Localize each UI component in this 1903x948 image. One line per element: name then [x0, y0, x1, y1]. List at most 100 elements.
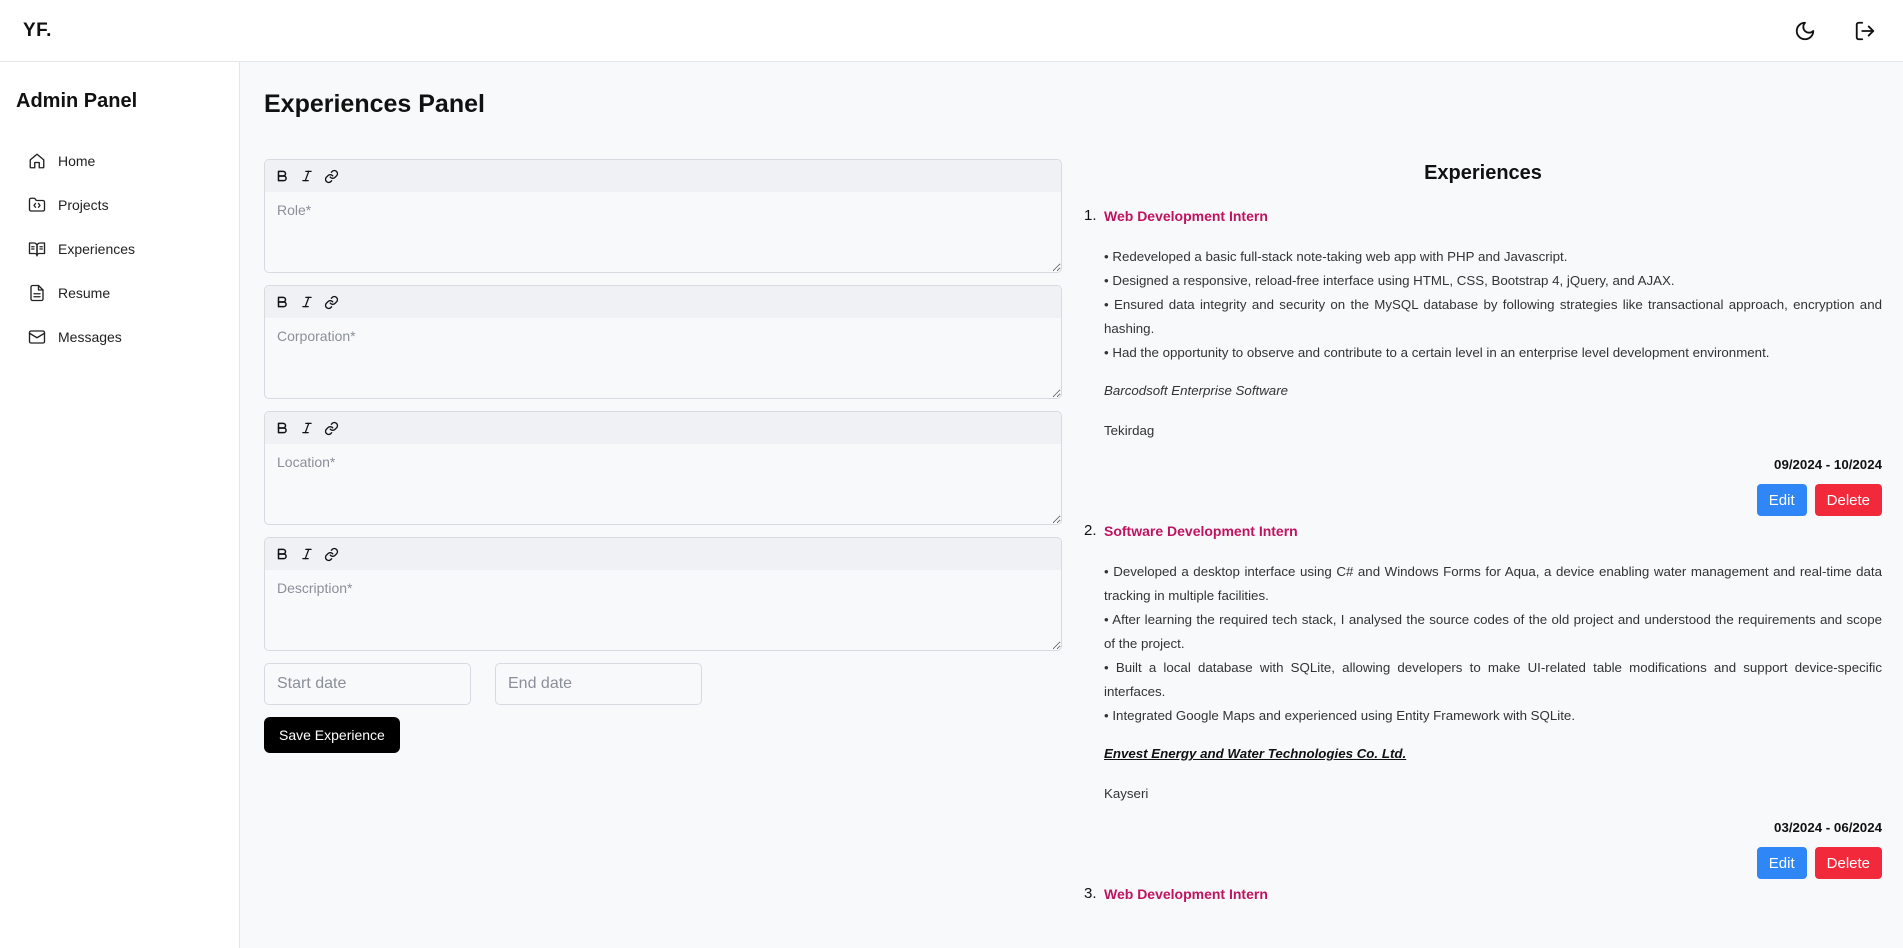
- italic-button[interactable]: [299, 418, 314, 438]
- link-icon: [324, 169, 339, 183]
- experiences-heading: Experiences: [1424, 162, 1542, 184]
- description-bullet: • Redeveloped a basic full-stack note-ta…: [1104, 249, 1568, 264]
- description-bullet: • Developed a desktop interface using C#…: [1104, 564, 1882, 603]
- top-actions: [1789, 15, 1881, 47]
- link-button[interactable]: [324, 544, 339, 564]
- link-button[interactable]: [324, 418, 339, 438]
- start-date-input[interactable]: [264, 663, 471, 705]
- file-text-icon: [30, 284, 44, 302]
- sidebar: Admin Panel Home Projects Experiences Re…: [0, 62, 240, 948]
- item-actions: Edit Delete: [1104, 484, 1882, 516]
- bold-icon: [277, 170, 287, 182]
- delete-button[interactable]: Delete: [1814, 484, 1882, 516]
- experience-location: Tekirdag: [1104, 423, 1155, 438]
- edit-button[interactable]: Edit: [1756, 847, 1807, 879]
- item-number: 1.: [1084, 207, 1097, 224]
- date-inputs: [264, 663, 1062, 705]
- sidebar-item-label: Messages: [58, 329, 122, 345]
- role-input[interactable]: [265, 192, 1061, 272]
- item-number: 2.: [1084, 522, 1097, 539]
- description-input[interactable]: [265, 570, 1061, 650]
- experience-item: 2. Software Development Intern • Develop…: [1084, 522, 1882, 879]
- sidebar-item-messages[interactable]: Messages: [16, 315, 223, 359]
- editor-toolbar: [265, 412, 1061, 444]
- edit-button[interactable]: Edit: [1756, 484, 1807, 516]
- description-bullet: • Designed a responsive, reload-free int…: [1104, 273, 1675, 288]
- item-number: 3.: [1084, 885, 1097, 902]
- logo[interactable]: YF.: [23, 20, 52, 42]
- bold-icon: [277, 548, 287, 560]
- dark-mode-toggle[interactable]: [1789, 15, 1821, 47]
- link-button[interactable]: [324, 166, 339, 186]
- location-editor: [264, 411, 1062, 525]
- editor-toolbar: [265, 538, 1061, 570]
- sidebar-item-label: Resume: [58, 285, 111, 301]
- experience-dates: 03/2024 - 06/2024: [1774, 820, 1882, 835]
- experience-role: Software Development Intern: [1104, 523, 1298, 539]
- bold-icon: [277, 296, 287, 308]
- sidebar-item-label: Experiences: [58, 241, 136, 257]
- end-date-input[interactable]: [495, 663, 702, 705]
- bold-button[interactable]: [274, 418, 289, 438]
- sidebar-item-projects[interactable]: Projects: [16, 183, 223, 227]
- home-icon: [29, 153, 45, 169]
- item-actions: Edit Delete: [1104, 847, 1882, 879]
- logout-button[interactable]: [1849, 15, 1881, 47]
- logout-icon: [1855, 21, 1875, 40]
- location-input[interactable]: [265, 444, 1061, 524]
- description-bullet: • Integrated Google Maps and experienced…: [1104, 708, 1576, 723]
- sidebar-item-home[interactable]: Home: [16, 139, 223, 183]
- editor-toolbar: [265, 160, 1061, 192]
- experience-corporation: Barcodsoft Enterprise Software: [1104, 383, 1289, 398]
- experiences-list: 1. Web Development Intern • Redeveloped …: [1084, 207, 1882, 910]
- bold-button[interactable]: [274, 292, 289, 312]
- moon-icon: [1795, 21, 1815, 40]
- experience-item: 3. Web Development Intern: [1084, 885, 1882, 904]
- description-bullet: • Had the opportunity to observe and con…: [1104, 345, 1770, 360]
- link-button[interactable]: [324, 292, 339, 312]
- italic-icon: [301, 548, 312, 560]
- delete-button[interactable]: Delete: [1814, 847, 1882, 879]
- link-icon: [324, 295, 339, 309]
- bold-button[interactable]: [274, 166, 289, 186]
- experience-dates: 09/2024 - 10/2024: [1774, 457, 1882, 472]
- description-bullet: • Built a local database with SQLite, al…: [1104, 660, 1882, 699]
- description-bullet: • Ensured data integrity and security on…: [1104, 297, 1882, 336]
- italic-icon: [301, 422, 312, 434]
- experience-item: 1. Web Development Intern • Redeveloped …: [1084, 207, 1882, 516]
- experience-form: Save Experience: [264, 159, 1062, 753]
- experience-description: • Developed a desktop interface using C#…: [1104, 560, 1882, 728]
- italic-icon: [301, 170, 312, 182]
- main-content: Experiences Panel Role* Corporation* Loc…: [241, 62, 1903, 948]
- sidebar-item-experiences[interactable]: Experiences: [16, 227, 223, 271]
- corporation-input[interactable]: [265, 318, 1061, 398]
- description-bullet: • After learning the required tech stack…: [1104, 612, 1882, 651]
- italic-button[interactable]: [299, 292, 314, 312]
- link-icon: [324, 547, 339, 561]
- mail-icon: [28, 330, 46, 344]
- editor-toolbar: [265, 286, 1061, 318]
- sidebar-item-resume[interactable]: Resume: [16, 271, 223, 315]
- sidebar-item-label: Projects: [58, 197, 109, 213]
- folder-code-icon: [28, 197, 46, 212]
- experience-role: Web Development Intern: [1104, 208, 1268, 224]
- role-editor: [264, 159, 1062, 273]
- italic-icon: [301, 296, 312, 308]
- sidebar-item-label: Home: [58, 153, 96, 169]
- bold-button[interactable]: [274, 544, 289, 564]
- experience-corporation: Envest Energy and Water Technologies Co.…: [1104, 746, 1407, 761]
- italic-button[interactable]: [299, 544, 314, 564]
- italic-button[interactable]: [299, 166, 314, 186]
- sidebar-title: Admin Panel: [16, 90, 138, 112]
- link-icon: [324, 421, 339, 435]
- description-editor: [264, 537, 1062, 651]
- experience-role: Web Development Intern: [1104, 886, 1268, 902]
- corporation-editor: [264, 285, 1062, 399]
- bold-icon: [277, 422, 287, 434]
- save-experience-button[interactable]: Save Experience: [264, 717, 400, 753]
- page-title: Experiences Panel: [264, 90, 485, 118]
- experience-location: Kayseri: [1104, 786, 1149, 801]
- top-bar: YF.: [0, 0, 1903, 62]
- book-open-icon: [28, 242, 46, 257]
- experience-description: • Redeveloped a basic full-stack note-ta…: [1104, 245, 1882, 365]
